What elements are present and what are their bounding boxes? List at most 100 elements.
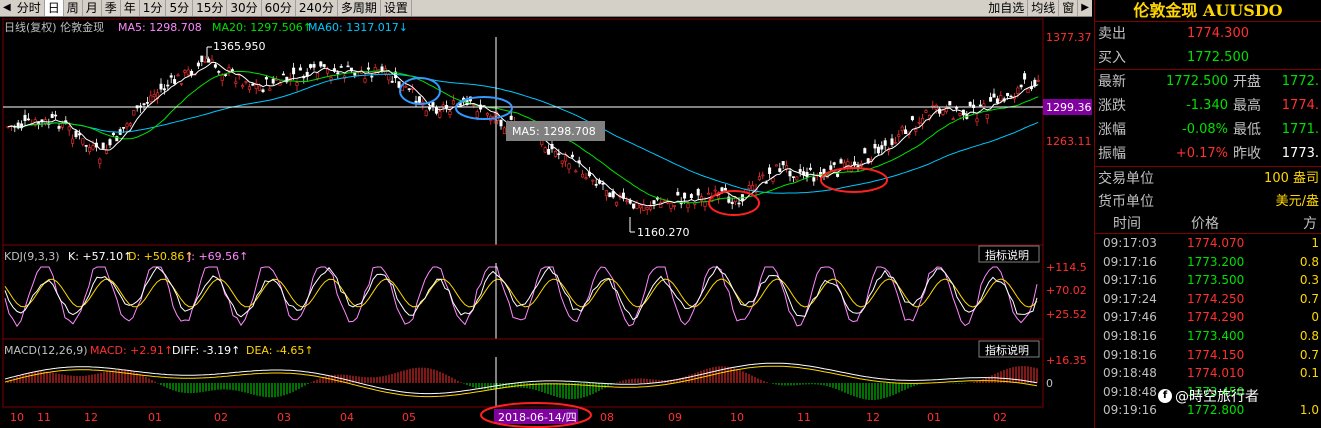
ma20-legend: MA20: 1297.506↑ — [212, 21, 312, 34]
tick-price: 1774.070 — [1187, 236, 1245, 250]
period-tab-8[interactable]: 15分 — [193, 0, 228, 16]
period-tab-3[interactable]: 月 — [83, 0, 102, 16]
stat-value: 1772.500 — [1165, 74, 1228, 89]
ma5-legend: MA5: 1298.708 — [118, 21, 202, 34]
tick-row: 09:17:16 1773.200 0.8 — [1095, 253, 1321, 272]
macd-title: MACD(12,26,9) — [4, 344, 88, 357]
tick-volume: 1.0 — [1299, 403, 1319, 418]
period-tab-0[interactable]: 分时 — [14, 0, 45, 16]
sell-label: 卖出 — [1098, 26, 1126, 42]
period-tab-2[interactable]: 周 — [64, 0, 83, 16]
kdj-j-legend: J: +69.56↑ — [187, 250, 248, 263]
sell-value: 1774.300 — [1186, 26, 1249, 41]
tick-header: 时间 价格 方 — [1095, 214, 1321, 234]
quote-stat-row: 涨跌 -1.340 最高 1774. — [1095, 94, 1321, 118]
stat-value: -1.340 — [1186, 98, 1228, 113]
kdj-k-legend: K: +57.10↑ — [68, 250, 132, 263]
add-watchlist-button[interactable]: 加自选 — [985, 0, 1029, 16]
tick-volume: 0.8 — [1299, 328, 1319, 343]
period-tab-11[interactable]: 240分 — [296, 0, 338, 16]
price-axis-cursor: 1299.368 — [1046, 101, 1092, 114]
date-axis-label: 10 — [10, 411, 24, 424]
period-tab-10[interactable]: 60分 — [262, 0, 296, 16]
currency-label: 货币单位 — [1098, 194, 1154, 210]
kdj-title: KDJ(9,3,3) — [4, 250, 60, 263]
stat-value-2: 1773. — [1281, 146, 1319, 161]
macd-value-legend: MACD: +2.91↑ — [90, 344, 173, 357]
period-tab-6[interactable]: 1分 — [140, 0, 167, 16]
tick-row: 09:18:16 1773.400 0.8 — [1095, 327, 1321, 346]
price-axis-top: 1377.377 — [1046, 31, 1092, 44]
period-tab-9[interactable]: 30分 — [227, 0, 262, 16]
tick-header-time: 时间 — [1113, 216, 1141, 232]
tick-time: 09:17:16 — [1103, 273, 1157, 288]
tooltip-text: MA5: 1298.708 — [512, 125, 596, 138]
date-axis-label: 08 — [600, 411, 614, 424]
macd-axis-zero: 0 — [1046, 377, 1053, 390]
tick-time: 09:18:16 — [1103, 328, 1157, 343]
window-button[interactable]: 窗 — [1059, 0, 1079, 16]
period-tab-7[interactable]: 5分 — [166, 0, 194, 16]
trade-unit-label: 交易单位 — [1098, 171, 1154, 187]
tick-row: 09:18:48 1774.010 0.1 — [1095, 364, 1321, 383]
ma60-legend: MA60: 1317.017↓ — [308, 21, 408, 34]
quote-stat-row: 涨幅 -0.08% 最低 1771. — [1095, 118, 1321, 142]
quote-stat-row: 最新 1772.500 开盘 1772. — [1095, 70, 1321, 94]
date-axis-label: 03 — [277, 411, 291, 424]
kdj-axis-low: +25.52 — [1046, 308, 1087, 321]
kdj-d-legend: D: +50.86↑ — [128, 250, 194, 263]
period-tab-5[interactable]: 年 — [121, 0, 140, 16]
tick-time: 09:17:46 — [1103, 310, 1157, 325]
period-tab-1[interactable]: 日 — [44, 0, 64, 16]
tick-time: 09:18:48 — [1103, 366, 1157, 381]
instrument-title: 伦敦金现 AUUSDO — [1095, 0, 1321, 22]
stat-value: -0.08% — [1182, 122, 1228, 137]
period-tab-13[interactable]: 设置 — [381, 0, 412, 16]
stat-value-2: 1772. — [1281, 74, 1319, 89]
tick-volume: 0.7 — [1299, 347, 1319, 362]
ma-settings-button[interactable]: 均线 — [1028, 0, 1060, 16]
buy-label: 买入 — [1098, 50, 1126, 66]
tick-volume: 0 — [1311, 310, 1319, 325]
tick-volume: 0.8 — [1299, 254, 1319, 269]
tick-time: 09:17:16 — [1103, 254, 1157, 269]
watermark: f @時空旅行者 — [1158, 386, 1259, 406]
sell-row: 卖出 1774.300 — [1095, 22, 1321, 46]
tick-row: 09:17:24 1774.250 0.7 — [1095, 290, 1321, 309]
kline-chart-area[interactable]: 日线(复权) 伦敦金现 MA5: 1298.708 MA20: 1297.506… — [0, 17, 1092, 428]
chart-info-label: 日线(复权) 伦敦金现 — [4, 20, 104, 34]
date-axis-label: 10 — [730, 411, 744, 424]
stat-value-2: 1771. — [1281, 122, 1319, 137]
kdj-axis-mid: +70.02 — [1046, 284, 1087, 297]
high-price-label: 1365.950 — [213, 40, 266, 53]
tick-time: 09:17:03 — [1103, 236, 1157, 250]
scroll-left-icon[interactable]: ◀ — [0, 0, 14, 16]
date-axis-label: 12 — [84, 411, 98, 424]
currency-row: 货币单位 美元/盎 — [1095, 190, 1321, 214]
tick-volume: 0.1 — [1299, 366, 1319, 381]
period-tab-4[interactable]: 季 — [102, 0, 121, 16]
date-axis-label: 11 — [797, 411, 811, 424]
currency-value: 美元/盎 — [1275, 194, 1319, 209]
trade-unit-row: 交易单位 100 盎司 — [1095, 166, 1321, 190]
tick-volume: 0.3 — [1299, 273, 1319, 288]
macd-help-label: 指标说明 — [985, 343, 1029, 357]
macd-diff-legend: DIFF: -3.19↑ — [172, 344, 240, 357]
scroll-right-icon[interactable]: ▶ — [1078, 0, 1092, 16]
tick-time: 09:17:24 — [1103, 291, 1157, 306]
low-price-label: 1160.270 — [637, 226, 690, 239]
date-axis-label: 01 — [148, 411, 162, 424]
stat-value: +0.17% — [1175, 146, 1228, 161]
period-tab-12[interactable]: 多周期 — [338, 0, 381, 16]
stat-label-2: 最低 — [1233, 122, 1261, 138]
price-axis-low: 1263.110 — [1046, 135, 1092, 148]
tick-time: 09:19:16 — [1103, 403, 1157, 418]
weibo-icon: f — [1158, 389, 1172, 403]
quote-stats: 最新 1772.500 开盘 1772. 涨跌 -1.340 最高 1774. 涨幅 -0.08%… — [1095, 70, 1321, 166]
tick-row: 09:17:46 1774.290 0 — [1095, 308, 1321, 327]
buy-value: 1772.500 — [1186, 50, 1249, 65]
tick-time: 09:18:16 — [1103, 347, 1157, 362]
tick-price: 1774.010 — [1187, 366, 1245, 381]
date-axis-label: 02 — [993, 411, 1007, 424]
macd-axis-top: +16.35 — [1046, 354, 1087, 367]
